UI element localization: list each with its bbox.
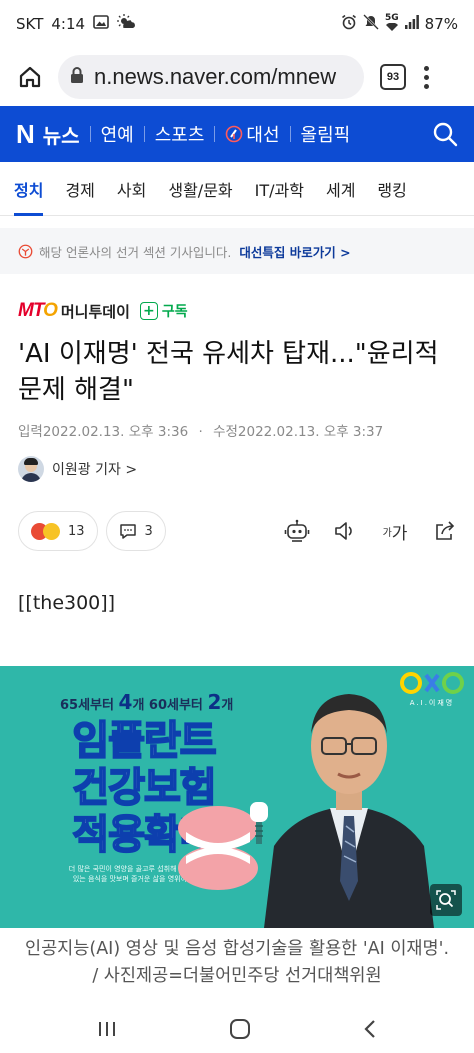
photo-subtitle: 65세부터 4개 60세부터 2개: [60, 690, 234, 714]
news-section-title[interactable]: 뉴스: [43, 120, 80, 149]
url-text: n.news.naver.com/mnew: [94, 64, 337, 89]
modified-date: 수정2022.02.13. 오후 3:37: [213, 424, 384, 440]
mute-icon: [363, 14, 379, 34]
weather-icon: [117, 14, 135, 34]
notice-text: 해당 언론사의 선거 섹션 기사입니다.: [39, 244, 232, 260]
reaction-count: 13: [68, 523, 85, 539]
press-info: MTO 머니투데이 + 구독: [18, 298, 188, 324]
tab-economy[interactable]: 경제: [65, 162, 94, 216]
tab-switcher-button[interactable]: 93: [380, 64, 406, 90]
laugh-emoji-icon: [43, 522, 60, 540]
recent-apps-icon[interactable]: [96, 1020, 118, 1038]
article-photo[interactable]: 65세부터 4개 60세부터 2개 임플란트 건강보험 적용확대 더 많은 국민…: [0, 666, 474, 928]
input-date: 입력2022.02.13. 오후 3:36: [18, 424, 189, 440]
naver-logo[interactable]: N: [16, 119, 35, 150]
comment-icon: [119, 523, 136, 539]
press-logo[interactable]: MTO: [18, 300, 58, 322]
reaction-button[interactable]: 13: [18, 511, 98, 551]
reporter-name: 이원광 기자: [52, 462, 121, 478]
nav-link-olympics[interactable]: 올림픽: [301, 121, 351, 147]
zoom-icon: [436, 890, 456, 910]
home-icon: [19, 66, 41, 88]
ai-logo: A.I.이재명: [400, 672, 464, 708]
back-icon[interactable]: [362, 1018, 378, 1040]
oxo-logo-icon: [400, 672, 464, 694]
dentures-illustration: [178, 802, 268, 890]
search-icon[interactable]: [432, 121, 458, 147]
address-bar[interactable]: n.news.naver.com/mnew: [58, 55, 364, 99]
signal-icon: [404, 15, 419, 33]
comment-count: 3: [144, 523, 153, 539]
status-bar: SKT 4:14 5G 87%: [0, 0, 474, 48]
nav-link-entertainment[interactable]: 연예: [101, 121, 134, 147]
plus-icon: +: [139, 302, 158, 320]
browser-toolbar: n.news.naver.com/mnew 93: [0, 48, 474, 106]
category-tabs: 정치 경제 사회 생활/문화 IT/과학 세계 랭킹: [0, 162, 474, 216]
wifi-5g-icon: 5G: [385, 14, 399, 34]
browser-menu-button[interactable]: [424, 65, 429, 89]
speaker-icon[interactable]: [332, 518, 358, 544]
election-icon: [226, 125, 243, 143]
reporter-link[interactable]: 이원광 기자 >: [18, 454, 137, 484]
carrier-label: SKT: [16, 15, 44, 33]
tab-politics[interactable]: 정치: [14, 162, 44, 216]
nav-link-sports[interactable]: 스포츠: [155, 121, 205, 147]
tab-it-science[interactable]: IT/과학: [255, 162, 304, 216]
article-body-first-line: [[the300]]: [18, 592, 116, 614]
naver-header: N 뉴스 연예 스포츠 대선 올림픽: [0, 106, 474, 162]
article-actions: 13 3 가가: [18, 510, 458, 552]
election-notice: 해당 언론사의 선거 섹션 기사입니다. 대선특집 바로가기 >: [0, 228, 474, 274]
tab-society[interactable]: 사회: [117, 162, 146, 216]
zoom-photo-button[interactable]: [430, 884, 462, 916]
battery-percent: 87%: [424, 15, 458, 33]
avatar: [18, 456, 44, 482]
chevron-right-icon: >: [125, 462, 138, 478]
share-icon[interactable]: [432, 518, 458, 544]
home-nav-icon[interactable]: [229, 1018, 251, 1040]
comment-button[interactable]: 3: [105, 511, 166, 551]
nav-link-election[interactable]: 대선: [225, 121, 280, 147]
tab-ranking[interactable]: 랭킹: [377, 162, 406, 216]
person-photo: [264, 694, 434, 928]
system-nav-bar: [0, 1004, 474, 1053]
gallery-icon: [93, 15, 109, 33]
alarm-icon: [341, 14, 357, 34]
lock-icon: [70, 66, 84, 88]
tab-life-culture[interactable]: 생활/문화: [168, 162, 232, 216]
subscribe-button[interactable]: + 구독: [139, 301, 188, 321]
photo-caption: 인공지능(AI) 영상 및 음성 합성기술을 활용한 'AI 이재명'. / 사…: [24, 939, 450, 986]
election-icon: [18, 244, 33, 258]
tab-world[interactable]: 세계: [326, 162, 355, 216]
robot-summary-icon[interactable]: [284, 518, 310, 544]
article-headline: 'AI 이재명' 전국 유세차 탑재..."윤리적 문제 해결": [18, 339, 439, 405]
press-name[interactable]: 머니투데이: [61, 301, 130, 322]
home-button[interactable]: [12, 59, 48, 95]
election-special-link[interactable]: 대선특집 바로가기 >: [239, 242, 350, 261]
clock: 4:14: [51, 15, 86, 33]
article-dates: 입력2022.02.13. 오후 3:36 · 수정2022.02.13. 오후…: [18, 424, 384, 440]
font-size-button[interactable]: 가가: [380, 518, 410, 544]
